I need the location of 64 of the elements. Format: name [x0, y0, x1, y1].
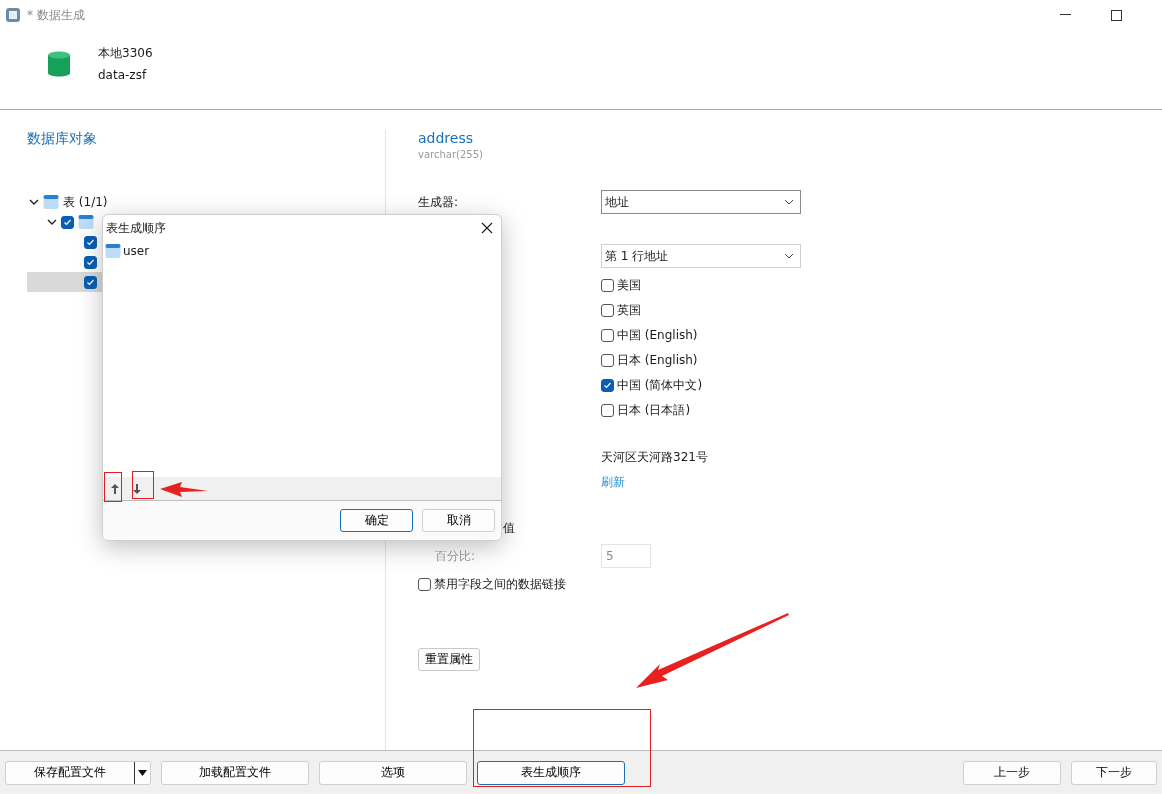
checkbox[interactable]	[84, 235, 97, 249]
checkbox[interactable]	[601, 279, 614, 292]
field-type: varchar(255)	[418, 149, 484, 160]
wizard-button[interactable]: 下一步	[1071, 760, 1157, 785]
dialog-button[interactable]: 确定	[340, 509, 413, 532]
checkbox-label: 中国 (简体中文)	[617, 377, 703, 394]
window-title: * 数据生成	[27, 6, 85, 24]
checkmark-icon	[603, 381, 612, 390]
checkbox[interactable]	[601, 354, 614, 367]
checkbox-label: 中国 (English)	[617, 327, 698, 344]
database-icon	[47, 50, 71, 77]
list-item[interactable]: user	[123, 244, 150, 258]
checkbox-label: 日本 (日本語)	[617, 402, 691, 419]
table-icon	[78, 214, 94, 230]
chevron-icon	[784, 253, 794, 259]
chevron-icon	[784, 199, 794, 205]
checkbox-label: 禁用字段之间的数据链接	[434, 575, 566, 593]
checkbox[interactable]	[601, 404, 614, 417]
wizard-button[interactable]: 上一步	[963, 760, 1061, 785]
preview-value: 天河区天河路321号	[601, 448, 708, 466]
checkbox[interactable]	[84, 255, 97, 269]
annotation-arrow	[160, 482, 208, 497]
checkbox[interactable]	[601, 329, 614, 342]
dialog-title: 表生成顺序	[106, 219, 166, 237]
checkbox-label: 日本 (English)	[617, 352, 698, 369]
footer-button[interactable]: 选项	[319, 760, 467, 785]
tree-label[interactable]: 表 (1/1)	[63, 193, 108, 211]
close-icon[interactable]	[481, 222, 493, 234]
footer-button[interactable]: 保存配置文件	[5, 760, 151, 785]
checkbox[interactable]	[418, 577, 431, 591]
minimize-icon[interactable]	[1060, 14, 1071, 16]
highlight-frame	[104, 472, 122, 502]
refresh-link[interactable]: 刷新	[601, 473, 625, 491]
panel-title: 数据库对象	[27, 130, 98, 148]
table-icon	[105, 243, 121, 259]
field-name: address	[418, 130, 474, 146]
checkbox[interactable]	[601, 304, 614, 317]
percent-label: 百分比:	[434, 547, 477, 565]
maximize-icon[interactable]	[1111, 9, 1122, 21]
up-arrow-icon[interactable]	[111, 483, 119, 494]
footer-button[interactable]: 加载配置文件	[161, 760, 309, 785]
dropdown-arrow-icon[interactable]	[138, 769, 147, 776]
dialog-button[interactable]: 取消	[422, 509, 495, 532]
checkbox[interactable]	[61, 215, 74, 229]
percent-input[interactable]: 5	[601, 544, 651, 568]
checkmark-icon	[63, 217, 72, 227]
null-option-label: 值	[503, 519, 515, 537]
database-name: data-zsf	[98, 68, 148, 82]
checkbox-label: 美国	[617, 277, 641, 294]
chevron-icon[interactable]	[47, 217, 57, 227]
checkbox[interactable]	[601, 379, 614, 392]
connection-name: 本地3306	[98, 45, 153, 62]
footer-button[interactable]: 表生成顺序	[477, 760, 625, 785]
field-label: 生成器:	[418, 193, 460, 211]
database-app-icon	[5, 7, 21, 23]
table-icon	[43, 194, 59, 210]
format-dropdown[interactable]: 第 1 行地址	[601, 244, 801, 268]
chevron-icon[interactable]	[29, 197, 39, 207]
reset-button[interactable]: 重置属性	[418, 647, 480, 671]
down-arrow-icon[interactable]	[133, 483, 141, 494]
checkbox-label: 英国	[617, 302, 641, 319]
generator-dropdown[interactable]: 地址	[601, 190, 801, 214]
checkbox[interactable]	[84, 275, 97, 289]
highlight-frame	[132, 471, 154, 499]
